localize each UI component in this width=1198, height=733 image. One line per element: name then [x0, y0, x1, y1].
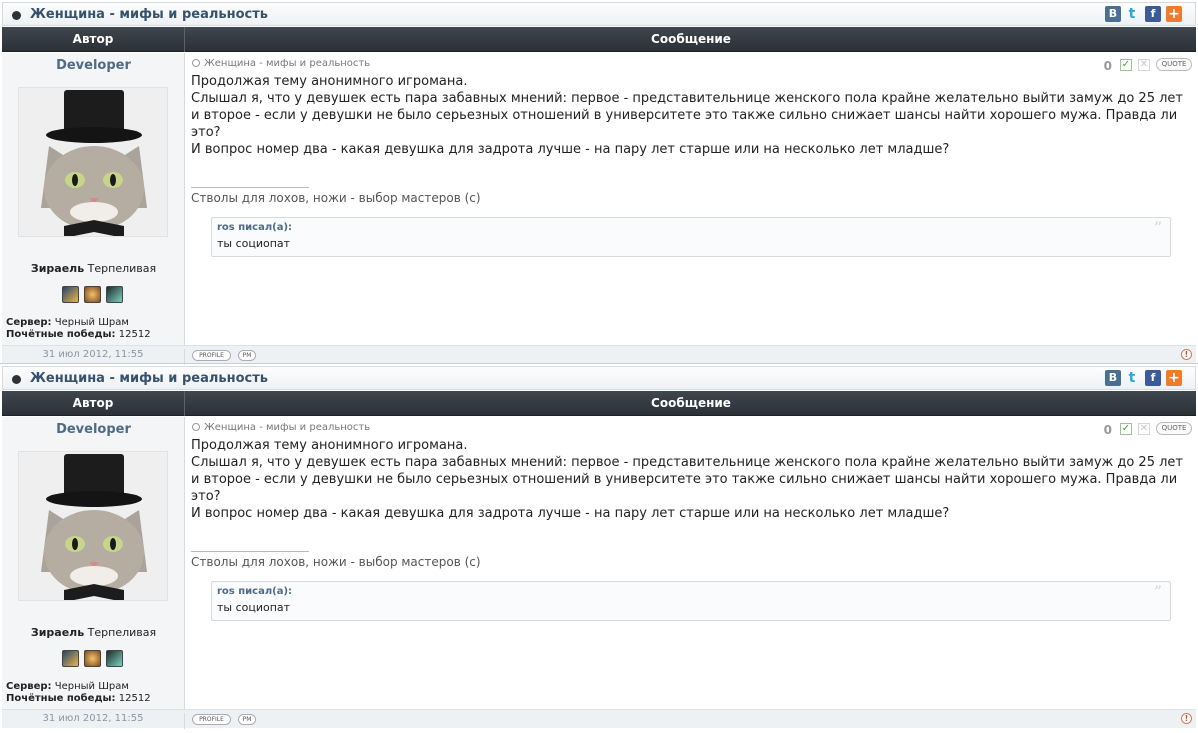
forum-post: Женщина - мифы и реальность B t f + Авто…	[0, 0, 1198, 365]
achievement-badge-icon[interactable]	[106, 286, 123, 303]
reputation-count: 0	[1103, 423, 1112, 437]
user-rank: Зираель Терпеливая	[2, 262, 185, 275]
achievement-badge-icon[interactable]	[84, 286, 101, 303]
post-footer: 31 июл 2012, 11:55 PROFILE PM !	[2, 345, 1196, 365]
quote-author: ros писал(а):	[217, 222, 293, 233]
post-body: Продолжая тему анонимного игромана. Слыш…	[191, 73, 1191, 158]
message-column-header: Сообщение	[651, 32, 731, 46]
rank-name: Зираель	[30, 262, 85, 275]
facebook-share-icon[interactable]: f	[1145, 6, 1161, 22]
server-value: Черный Шрам	[54, 681, 129, 692]
server-label: Сервер:	[6, 681, 52, 692]
bullet-icon	[12, 375, 21, 384]
quote-block: ros писал(а): ты социопат ”	[211, 581, 1171, 621]
topic-title-link[interactable]: Женщина - мифы и реальность	[30, 7, 268, 22]
post-footer: 31 июл 2012, 11:55 PROFILE PM !	[2, 709, 1196, 729]
post-body-line: Продолжая тему анонимного игромана.	[191, 438, 468, 453]
twitter-share-icon[interactable]: t	[1124, 6, 1140, 22]
quote-author: ros писал(а):	[217, 586, 293, 597]
server-label: Сервер:	[6, 317, 52, 328]
author-username[interactable]: Developer	[2, 422, 185, 437]
quote-block: ros писал(а): ты социопат ”	[211, 217, 1171, 257]
post-subject-icon	[192, 423, 200, 431]
message-panel: Женщина - мифы и реальность 0 ✓ ✕ QUOTE …	[186, 417, 1196, 709]
wins-value: 12512	[118, 329, 151, 340]
post-subject-icon	[192, 59, 200, 67]
vk-share-icon[interactable]: B	[1105, 370, 1121, 386]
message-panel: Женщина - мифы и реальность 0 ✓ ✕ QUOTE …	[186, 53, 1196, 345]
server-value: Черный Шрам	[54, 317, 129, 328]
reputation-count: 0	[1103, 59, 1112, 73]
profile-button[interactable]: PROFILE	[192, 714, 231, 725]
post-body: Продолжая тему анонимного игромана. Слыш…	[191, 437, 1191, 522]
author-panel: Developer Зираель Терпеливая Сервер: Чер…	[2, 417, 185, 709]
avatar[interactable]	[18, 87, 168, 237]
server-info: Сервер: Черный Шрам	[6, 681, 129, 692]
profile-button[interactable]: PROFILE	[192, 350, 231, 361]
server-info: Сервер: Черный Шрам	[6, 317, 129, 328]
avatar[interactable]	[18, 451, 168, 601]
reject-icon[interactable]: ✕	[1138, 59, 1150, 71]
twitter-share-icon[interactable]: t	[1124, 370, 1140, 386]
more-share-icon[interactable]: +	[1166, 370, 1182, 386]
author-panel: Developer Зираель Терпеливая Сервер: Чер…	[2, 53, 185, 345]
achievement-badge-icon[interactable]	[106, 650, 123, 667]
post-body-line: Продолжая тему анонимного игромана.	[191, 74, 468, 89]
post-subject: Женщина - мифы и реальность	[192, 422, 370, 433]
achievement-badge-icon[interactable]	[62, 650, 79, 667]
signature: Стволы для лохов, ножи - выбор мастеров …	[191, 191, 481, 205]
achievement-badge-icon[interactable]	[84, 650, 101, 667]
approve-icon[interactable]: ✓	[1120, 59, 1132, 71]
post-body-line: Слышал я, что у девушек есть пара забавн…	[191, 91, 1183, 140]
topic-title-link[interactable]: Женщина - мифы и реальность	[30, 371, 268, 386]
author-column-header: Автор	[2, 27, 185, 52]
quote-button[interactable]: QUOTE	[1156, 422, 1192, 435]
signature: Стволы для лохов, ножи - выбор мастеров …	[191, 555, 481, 569]
achievement-badge-icon[interactable]	[62, 286, 79, 303]
pm-button[interactable]: PM	[238, 350, 256, 361]
rank-title: Терпеливая	[87, 626, 157, 639]
post-subject-text: Женщина - мифы и реальность	[204, 58, 371, 69]
wins-info: Почётные победы: 12512	[6, 693, 151, 704]
quote-text: ты социопат	[217, 237, 291, 250]
topic-title-bar: Женщина - мифы и реальность B t f +	[2, 366, 1196, 390]
topic-title-bar: Женщина - мифы и реальность B t f +	[2, 2, 1196, 26]
rank-title: Терпеливая	[87, 262, 157, 275]
signature-divider	[191, 187, 309, 188]
table-header: Автор Сообщение	[2, 391, 1196, 416]
report-icon[interactable]: !	[1181, 349, 1192, 360]
wins-label: Почётные победы:	[6, 329, 116, 340]
vk-share-icon[interactable]: B	[1105, 6, 1121, 22]
quote-button[interactable]: QUOTE	[1156, 58, 1192, 71]
rank-name: Зираель	[30, 626, 85, 639]
bullet-icon	[12, 11, 21, 20]
post-body-line: Слышал я, что у девушек есть пара забавн…	[191, 455, 1183, 504]
author-column-header: Автор	[2, 391, 185, 416]
quote-mark-icon: ”	[1153, 218, 1162, 237]
wins-info: Почётные победы: 12512	[6, 329, 151, 340]
post-date: 31 июл 2012, 11:55	[2, 713, 185, 729]
post-body-line: И вопрос номер два - какая девушка для з…	[191, 142, 950, 157]
more-share-icon[interactable]: +	[1166, 6, 1182, 22]
table-header: Автор Сообщение	[2, 27, 1196, 52]
signature-divider	[191, 551, 309, 552]
post-subject-text: Женщина - мифы и реальность	[204, 422, 371, 433]
forum-post: Женщина - мифы и реальность B t f + Авто…	[0, 364, 1198, 729]
author-username[interactable]: Developer	[2, 58, 185, 73]
message-column-header: Сообщение	[651, 396, 731, 410]
pm-button[interactable]: PM	[238, 714, 256, 725]
post-body-line: И вопрос номер два - какая девушка для з…	[191, 506, 950, 521]
quote-text: ты социопат	[217, 601, 291, 614]
facebook-share-icon[interactable]: f	[1145, 370, 1161, 386]
wins-value: 12512	[118, 693, 151, 704]
report-icon[interactable]: !	[1181, 713, 1192, 724]
reject-icon[interactable]: ✕	[1138, 423, 1150, 435]
post-subject: Женщина - мифы и реальность	[192, 58, 370, 69]
approve-icon[interactable]: ✓	[1120, 423, 1132, 435]
user-rank: Зираель Терпеливая	[2, 626, 185, 639]
quote-mark-icon: ”	[1153, 582, 1162, 601]
wins-label: Почётные победы:	[6, 693, 116, 704]
